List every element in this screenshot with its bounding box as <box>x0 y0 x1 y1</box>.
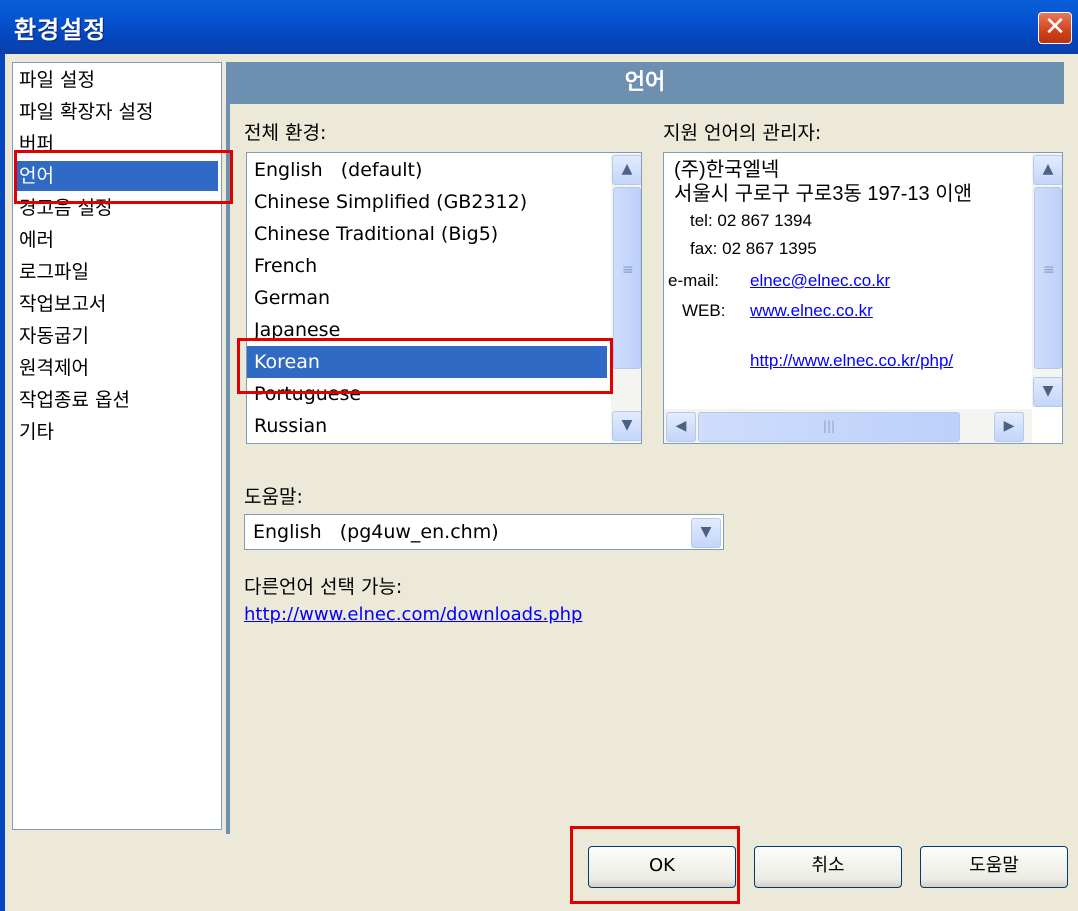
web-link[interactable]: www.elnec.co.kr <box>750 301 873 321</box>
tel-text: tel: 02 867 1394 <box>690 211 812 230</box>
language-item[interactable]: French <box>247 250 607 282</box>
chevron-down-icon[interactable]: ▼ <box>691 518 721 548</box>
highlight-box-language <box>237 338 613 394</box>
language-item[interactable]: Chinese Simplified (GB2312) <box>247 186 607 218</box>
scroll-thumb[interactable]: ||| <box>698 412 960 442</box>
scroll-up-icon[interactable]: ▲ <box>1033 155 1062 185</box>
nav-item[interactable]: 자동굽기 <box>19 321 89 351</box>
scroll-down-icon[interactable]: ▼ <box>1033 377 1062 407</box>
contact-hscrollbar[interactable]: ◀ ||| ▶ <box>664 409 1032 443</box>
web-url-link[interactable]: http://www.elnec.co.kr/php/ <box>750 351 953 371</box>
language-listbox[interactable]: Russian Portuguese Korean Japanese German Fre… <box>246 152 642 444</box>
help-language-select[interactable]: English (pg4uw_en.chm) ▼ <box>244 514 724 550</box>
env-label: 전체 환경: <box>244 122 327 144</box>
scroll-thumb[interactable]: ≡ <box>1034 187 1062 369</box>
language-item[interactable]: English (default) <box>247 154 607 186</box>
highlight-box-nav <box>14 150 233 204</box>
nav-item[interactable]: 파일 확장자 설정 <box>19 97 153 127</box>
scroll-right-icon[interactable]: ▶ <box>994 412 1024 442</box>
nav-item[interactable]: 작업보고서 <box>19 289 106 319</box>
nav-item[interactable]: 작업종료 옵션 <box>19 385 130 415</box>
web-label: WEB: <box>682 301 726 320</box>
cancel-button[interactable]: 취소 <box>754 846 902 888</box>
downloads-link[interactable]: http://www.elnec.com/downloads.php <box>244 604 582 625</box>
other-language-label: 다른언어 선택 가능: <box>244 576 403 598</box>
fax-text: fax: 02 867 1395 <box>690 239 817 258</box>
language-item[interactable]: Russian <box>247 410 607 442</box>
grip-icon: ≡ <box>622 262 634 278</box>
window-title: 환경설정 <box>14 16 107 44</box>
scroll-up-icon[interactable]: ▲ <box>612 155 641 185</box>
language-item[interactable]: Chinese Traditional (Big5) <box>247 218 607 250</box>
language-scrollbar[interactable]: ▲ ≡ ▼ <box>611 153 641 443</box>
nav-item[interactable]: 에러 <box>19 225 54 255</box>
close-icon: ✕ <box>1044 12 1066 42</box>
nav-item[interactable]: 로그파일 <box>19 257 89 287</box>
title-bar[interactable]: 환경설정 ✕ <box>0 0 1078 54</box>
help-select-value: English (pg4uw_en.chm) <box>253 521 499 543</box>
language-manager-info: (주)한국엘넥 서울시 구로구 구로3동 197-13 이앤 tel: 02 8… <box>663 152 1063 444</box>
window-frame-left <box>0 54 5 911</box>
support-label: 지원 언어의 관리자: <box>663 122 822 144</box>
close-button[interactable]: ✕ <box>1038 12 1072 44</box>
panel-header: 언어 <box>226 62 1064 104</box>
nav-item[interactable]: 파일 설정 <box>19 65 95 95</box>
help-label: 도움말: <box>244 486 303 508</box>
contact-vscrollbar[interactable]: ▲ ≡ ▼ <box>1032 153 1062 407</box>
scroll-down-icon[interactable]: ▼ <box>612 411 641 441</box>
scroll-left-icon[interactable]: ◀ <box>666 412 696 442</box>
nav-item[interactable]: 원격제어 <box>19 353 89 383</box>
help-button[interactable]: 도움말 <box>920 846 1068 888</box>
grip-icon: ≡ <box>1043 262 1055 278</box>
company-address: 서울시 구로구 구로3동 197-13 이앤 <box>674 183 973 205</box>
panel-border <box>226 104 230 834</box>
highlight-box-ok <box>570 826 740 904</box>
scroll-thumb[interactable]: ≡ <box>613 187 641 369</box>
email-label: e-mail: <box>668 271 720 290</box>
nav-item[interactable]: 기타 <box>19 417 54 447</box>
email-link[interactable]: elnec@elnec.co.kr <box>750 271 890 291</box>
language-item[interactable]: German <box>247 282 607 314</box>
